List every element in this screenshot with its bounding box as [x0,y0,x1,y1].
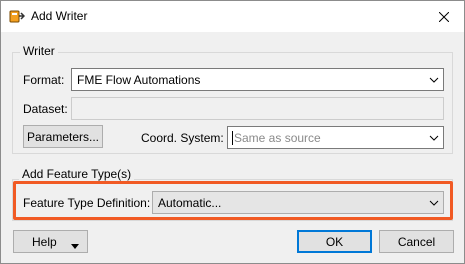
parameters-button[interactable]: Parameters... [23,125,103,148]
help-button-label: Help [32,234,57,249]
help-button[interactable]: Help [13,230,88,253]
feature-type-definition-select[interactable]: Automatic... [152,191,444,214]
caret-down-icon [71,238,79,252]
chevron-down-icon [425,192,443,213]
chevron-down-icon [425,127,443,148]
fme-writer-icon [9,8,26,24]
title-bar: Add Writer [1,1,464,32]
format-select[interactable]: FME Flow Automations [71,68,444,91]
dataset-label: Dataset: [23,102,68,116]
dataset-field [71,97,444,120]
feature-type-definition-label: Feature Type Definition: [23,196,151,210]
format-value: FME Flow Automations [77,72,201,87]
coord-system-select[interactable]: Same as source [227,126,444,149]
writer-group-label: Writer [20,44,58,58]
close-button[interactable] [424,1,464,32]
feature-type-group-label: Add Feature Type(s) [19,167,135,181]
dialog-title: Add Writer [31,9,88,23]
ok-button[interactable]: OK [297,230,372,253]
chevron-down-icon [425,69,443,90]
coord-system-placeholder: Same as source [234,130,321,145]
coord-system-label: Coord. System: [141,131,224,145]
cancel-button[interactable]: Cancel [379,230,454,253]
feature-type-definition-value: Automatic... [158,195,222,210]
text-cursor [232,130,233,145]
add-writer-dialog: Add Writer Writer Format: FME Flow Autom… [0,0,465,264]
close-icon [439,11,449,22]
format-label: Format: [23,73,65,87]
